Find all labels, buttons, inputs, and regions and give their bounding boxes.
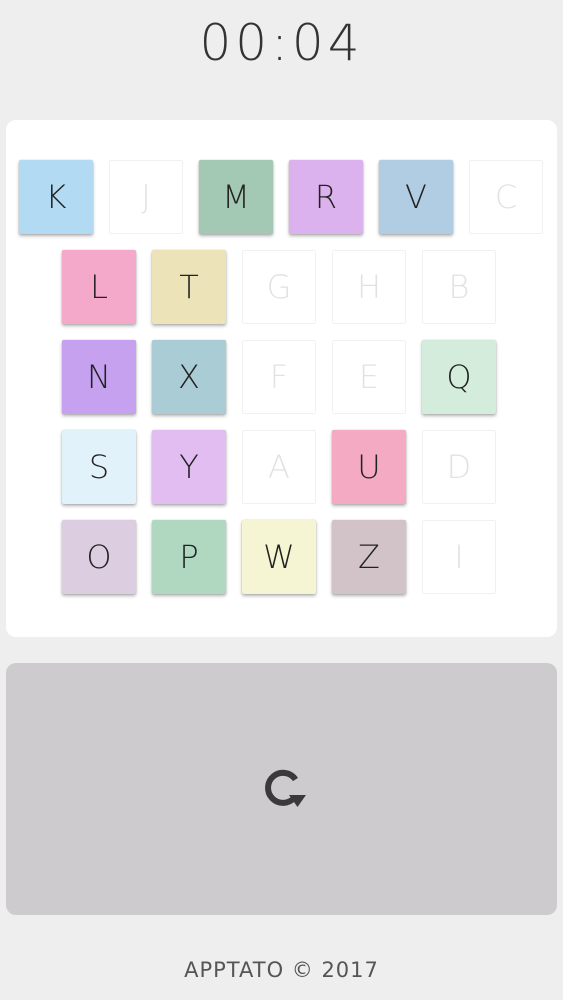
timer: 00:04	[199, 14, 364, 72]
letter-tile-u[interactable]: U	[332, 430, 406, 504]
letter-tile-r[interactable]: R	[289, 160, 363, 234]
letter-tile-e[interactable]: E	[332, 340, 406, 414]
letter-tile-g[interactable]: G	[242, 250, 316, 324]
letter-tile-p[interactable]: P	[152, 520, 226, 594]
restart-button[interactable]	[6, 663, 557, 915]
letter-tile-j[interactable]: J	[109, 160, 183, 234]
letter-tile-q[interactable]: Q	[422, 340, 496, 414]
letter-tile-a[interactable]: A	[242, 430, 316, 504]
restart-icon	[264, 769, 306, 807]
copyright-footer: APPTATO © 2017	[184, 958, 379, 982]
letter-tile-n[interactable]: N	[62, 340, 136, 414]
letter-tile-c[interactable]: C	[469, 160, 543, 234]
letter-tile-f[interactable]: F	[242, 340, 316, 414]
letter-tile-l[interactable]: L	[62, 250, 136, 324]
letter-tile-k[interactable]: K	[19, 160, 93, 234]
letter-tile-o[interactable]: O	[62, 520, 136, 594]
letter-tile-m[interactable]: M	[199, 160, 273, 234]
letter-tile-t[interactable]: T	[152, 250, 226, 324]
letter-tile-d[interactable]: D	[422, 430, 496, 504]
letter-tile-i[interactable]: I	[422, 520, 496, 594]
letter-tile-z[interactable]: Z	[332, 520, 406, 594]
letter-board: KJMRVC LTGHB NXFEQ SYAUD OPWZI	[6, 120, 557, 637]
letter-tile-v[interactable]: V	[379, 160, 453, 234]
letter-tile-y[interactable]: Y	[152, 430, 226, 504]
letter-tile-w[interactable]: W	[242, 520, 316, 594]
letter-tile-x[interactable]: X	[152, 340, 226, 414]
letter-tile-s[interactable]: S	[62, 430, 136, 504]
letter-tile-h[interactable]: H	[332, 250, 406, 324]
letter-tile-b[interactable]: B	[422, 250, 496, 324]
